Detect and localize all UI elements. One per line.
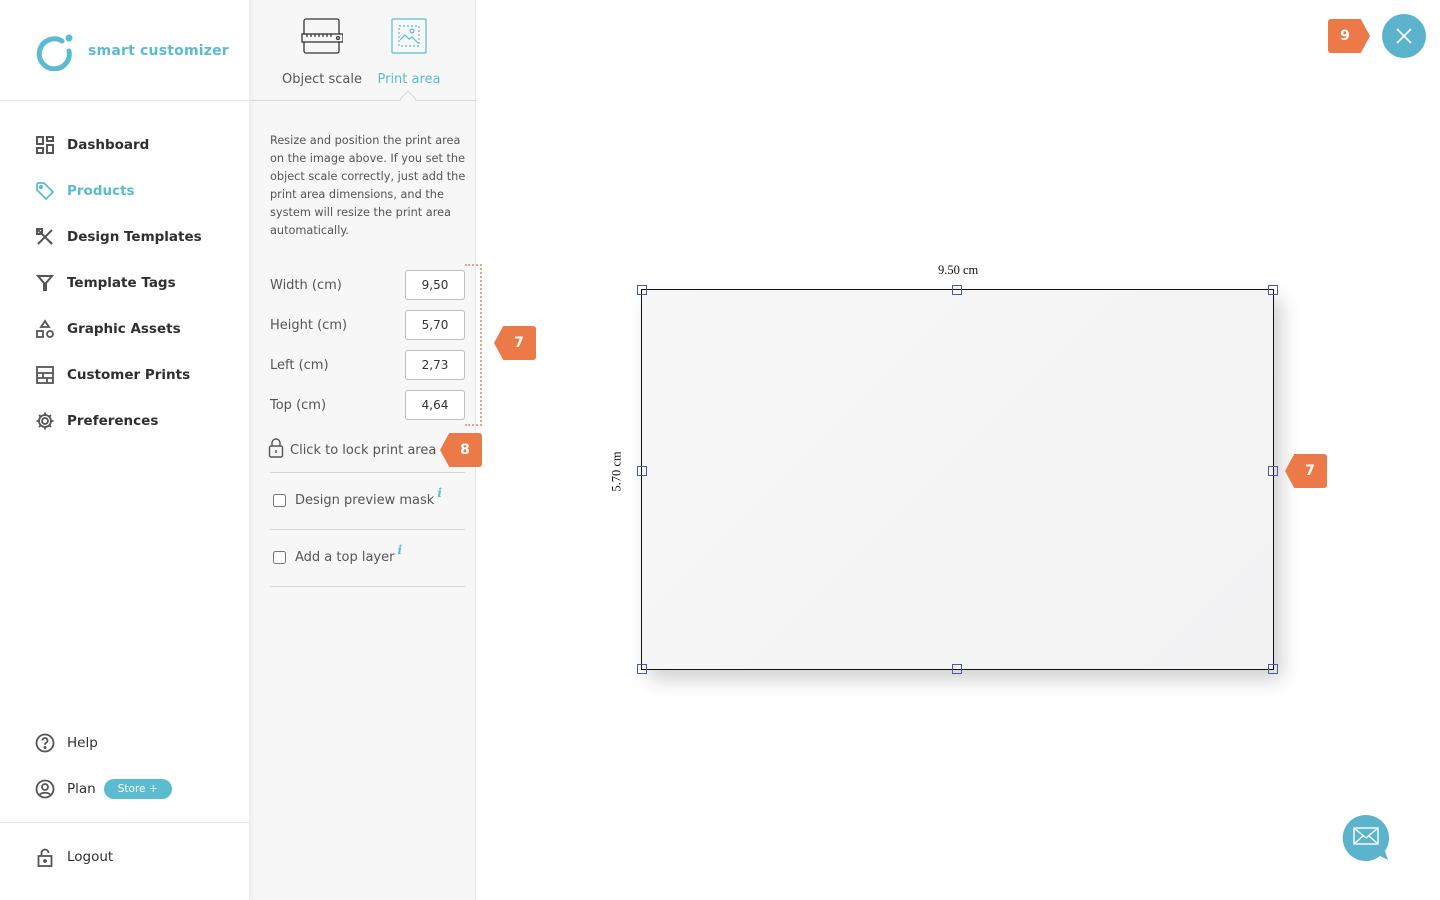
info-icon[interactable]: i [437,486,442,500]
top-layer-option[interactable]: Add a top layer i [273,543,402,565]
resize-handle-bottom-right[interactable] [1268,664,1278,674]
plan-label: Plan [67,781,96,797]
left-input[interactable] [405,350,465,380]
sidebar-item-label: Customer Prints [67,367,191,383]
height-label: Height (cm) [270,317,348,333]
sidebar-item-dashboard[interactable]: Dashboard [0,122,250,168]
sidebar-item-label: Preferences [67,413,159,429]
sidebar-divider [0,100,250,101]
gear-icon [34,410,56,432]
print-area-description: Resize and position the print area on th… [270,134,466,237]
top-input[interactable] [405,390,465,420]
print-area-rectangle[interactable] [641,289,1274,670]
user-circle-icon [34,778,56,800]
height-field: Height (cm) [270,310,465,340]
help-label: Help [67,735,98,751]
help-icon [34,732,56,754]
filter-icon [34,272,56,294]
width-label: Width (cm) [270,277,342,293]
print-area-icon [364,18,454,58]
top-label: Top (cm) [270,397,327,413]
close-button[interactable] [1382,14,1426,58]
resize-handle-bottom-left[interactable] [637,664,647,674]
design-preview-mask-label: Design preview mask [295,493,435,508]
panel-divider [270,529,465,530]
sidebar-item-customer-prints[interactable]: Customer Prints [0,352,250,398]
tab-print-area[interactable]: Print area [364,18,454,87]
width-input[interactable] [405,270,465,300]
sidebar-item-products[interactable]: Products [0,168,250,214]
brand-logo[interactable]: smart customizer [36,30,229,72]
top-field: Top (cm) [270,390,465,420]
tab-object-scale[interactable]: Object scale [277,18,367,87]
prints-icon [34,364,56,386]
resize-handle-top-right[interactable] [1268,285,1278,295]
sidebar-item-preferences[interactable]: Preferences [0,398,250,444]
panel-divider [270,586,465,587]
lock-label: Click to lock print area [290,442,437,458]
tab-label: Print area [377,72,441,87]
sidebar-item-logout[interactable]: Logout [0,834,250,880]
lock-icon [268,438,284,462]
panel-divider [270,472,465,473]
sidebar-item-label: Graphic Assets [67,321,181,337]
panel-tabs: Object scale Print area [250,0,476,101]
sidebar-item-label: Products [67,183,135,199]
design-preview-mask-checkbox[interactable] [273,494,286,507]
info-icon[interactable]: i [397,543,402,557]
sidebar-item-design-templates[interactable]: Design Templates [0,214,250,260]
lock-print-area-button[interactable]: Click to lock print area [268,438,436,462]
height-input[interactable] [405,310,465,340]
width-dimension-label: 9.50 cm [938,263,979,277]
chat-button[interactable] [1342,814,1390,862]
top-layer-label: Add a top layer [295,550,395,565]
main-nav: Dashboard Products Design Templates Temp… [0,122,250,444]
tab-label: Object scale [282,72,362,87]
sidebar-item-label: Template Tags [67,275,176,291]
close-icon [1396,28,1412,44]
resize-handle-left[interactable] [637,466,647,476]
tag-icon [34,180,56,202]
sidebar-item-graphic-assets[interactable]: Graphic Assets [0,306,250,352]
sidebar-item-help[interactable]: Help [0,720,250,766]
resize-handle-right[interactable] [1268,466,1278,476]
logout-label: Logout [67,849,114,865]
resize-handle-top-left[interactable] [637,285,647,295]
left-label: Left (cm) [270,357,329,373]
width-field: Width (cm) [270,270,465,300]
resize-handle-top[interactable] [952,285,962,295]
dashboard-icon [34,134,56,156]
height-dimension-label: 5.70 cm [609,451,624,492]
sidebar: smart customizer Dashboard Products Desi… [0,0,250,900]
sidebar-item-label: Design Templates [67,229,202,245]
top-layer-checkbox[interactable] [273,551,286,564]
logout-nav: Logout [0,834,250,880]
ruler-icon [277,18,367,58]
unlock-icon [34,846,56,868]
shapes-icon [34,318,56,340]
logo-mark-icon [36,31,76,72]
sidebar-item-plan[interactable]: Plan Store + [0,766,250,812]
left-field: Left (cm) [270,350,465,380]
design-tools-icon [34,226,56,248]
resize-handle-bottom[interactable] [952,664,962,674]
plan-badge[interactable]: Store + [103,779,172,799]
sidebar-item-template-tags[interactable]: Template Tags [0,260,250,306]
sidebar-item-label: Dashboard [67,137,150,153]
bottom-nav: Help Plan Store + [0,720,250,812]
mail-chat-icon [1342,814,1390,861]
sidebar-divider [0,822,250,823]
brand-name: smart customizer [88,43,229,59]
design-preview-mask-option[interactable]: Design preview mask i [273,486,442,508]
